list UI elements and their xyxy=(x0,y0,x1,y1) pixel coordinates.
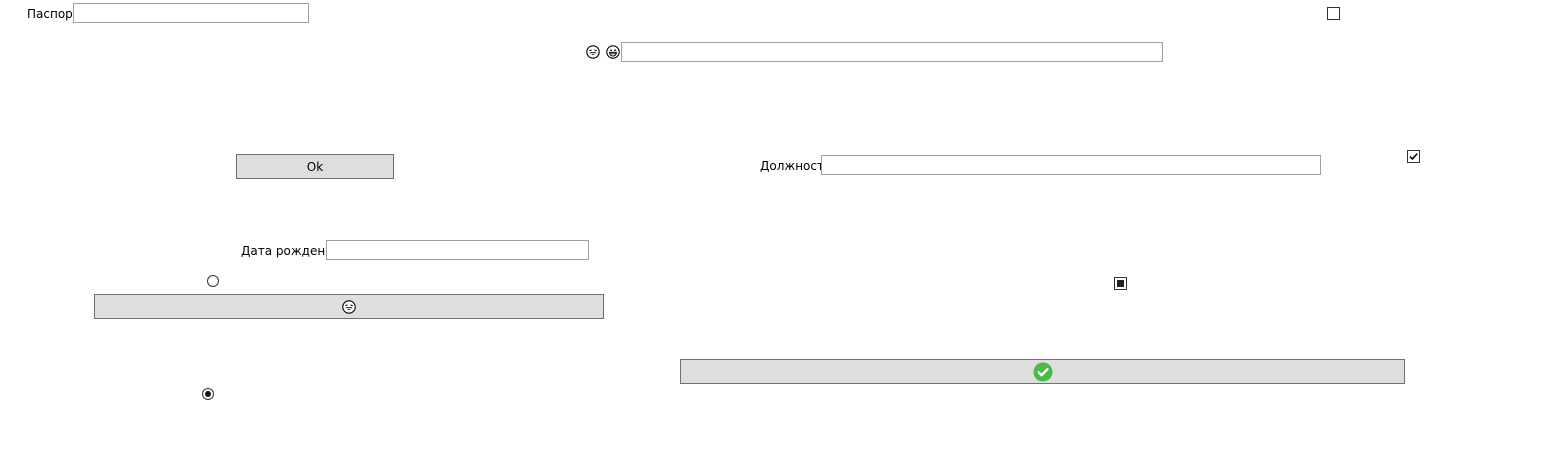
confirm-button[interactable] xyxy=(680,359,1405,384)
emoji-button[interactable] xyxy=(94,294,604,319)
ok-button-label: Ok xyxy=(306,159,324,174)
passport-label: Паспорт xyxy=(27,7,80,21)
checkmark-icon xyxy=(1409,153,1418,161)
passport-field[interactable] xyxy=(73,3,309,23)
radio-dot-icon xyxy=(205,391,211,397)
indeterminate-mark-icon xyxy=(1117,280,1124,287)
indeterminate-checkbox[interactable] xyxy=(1114,277,1127,290)
birth-date-field[interactable] xyxy=(326,240,589,260)
radio-button-unselected[interactable] xyxy=(207,275,219,287)
ok-button[interactable]: Ok xyxy=(236,154,394,179)
laughing-face-icon xyxy=(586,45,600,59)
top-text-field[interactable] xyxy=(621,42,1163,62)
grinning-face-icon xyxy=(606,45,620,59)
position-checkbox[interactable] xyxy=(1407,150,1420,163)
top-right-checkbox[interactable] xyxy=(1327,7,1340,20)
radio-button-selected[interactable] xyxy=(202,388,214,400)
position-field[interactable] xyxy=(821,155,1321,175)
laughing-face-icon xyxy=(342,299,356,314)
green-check-circle-icon xyxy=(1033,362,1052,381)
